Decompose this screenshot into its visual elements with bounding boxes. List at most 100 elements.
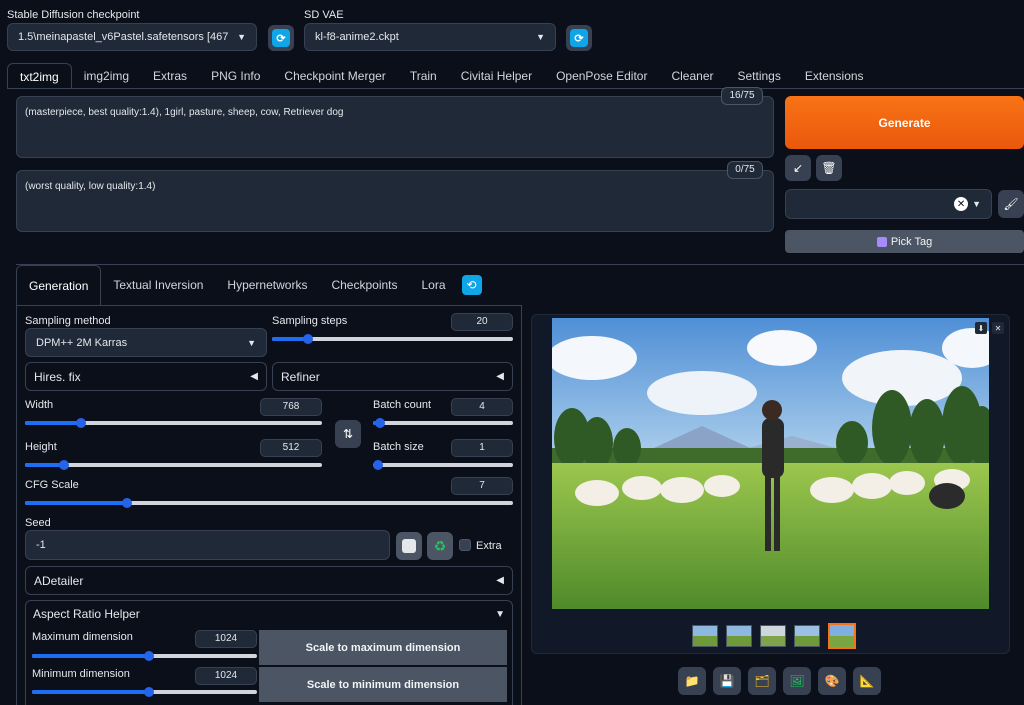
close-icon[interactable]: ✕: [992, 322, 1004, 334]
folder-icon: 📁: [684, 674, 700, 688]
reuse-seed-button[interactable]: ♻: [427, 532, 453, 560]
send-to-inpaint-button[interactable]: 🎨: [818, 667, 846, 695]
min-dimension-input[interactable]: 1024: [195, 667, 257, 685]
sampling-steps-input[interactable]: 20: [451, 313, 513, 331]
positive-prompt-textarea[interactable]: (masterpiece, best quality:1.4), 1girl, …: [16, 96, 774, 158]
thumbnail-5-selected[interactable]: [828, 623, 856, 649]
max-dimension-slider[interactable]: [32, 651, 257, 661]
negative-prompt-textarea[interactable]: (worst quality, low quality:1.4): [16, 170, 774, 232]
tab-civitai-helper[interactable]: Civitai Helper: [449, 63, 544, 89]
tabs-divider: [7, 88, 1024, 89]
checkpoint-refresh-button[interactable]: ⟳: [268, 25, 294, 51]
generate-button[interactable]: Generate: [785, 96, 1024, 149]
sampling-method-dropdown[interactable]: DPM++ 2M Karras ▼: [25, 328, 267, 357]
batch-count-input[interactable]: 4: [451, 398, 513, 416]
tab-train[interactable]: Train: [398, 63, 449, 89]
tab-extras[interactable]: Extras: [141, 63, 199, 89]
width-input[interactable]: 768: [260, 398, 322, 416]
positive-token-counter: 16/75: [721, 87, 763, 105]
chevron-down-icon: ▼: [536, 32, 545, 42]
slider-thumb[interactable]: [144, 651, 154, 661]
thumbnail-2[interactable]: [726, 625, 752, 647]
read-params-button[interactable]: ↙: [785, 155, 811, 181]
refresh-networks-button[interactable]: ⟲: [461, 275, 482, 295]
thumbnail-4[interactable]: [794, 625, 820, 647]
hires-fix-accordion[interactable]: Hires. fix ◀: [25, 362, 267, 391]
chevron-down-icon: ▼: [237, 32, 246, 42]
max-dimension-label: Maximum dimension: [32, 631, 133, 643]
swap-dimensions-button[interactable]: ⇅: [335, 420, 361, 448]
batch-size-input[interactable]: 1: [451, 439, 513, 457]
batch-count-slider[interactable]: [373, 418, 513, 428]
slider-thumb[interactable]: [144, 687, 154, 697]
subtab-checkpoints[interactable]: Checkpoints: [319, 265, 409, 305]
width-slider[interactable]: [25, 418, 322, 428]
adetailer-accordion[interactable]: ADetailer ◀: [25, 566, 513, 595]
tab-png-info[interactable]: PNG Info: [199, 63, 272, 89]
extra-label: Extra: [476, 540, 502, 552]
subtab-hypernetworks[interactable]: Hypernetworks: [215, 265, 319, 305]
sampling-method-label: Sampling method: [25, 315, 111, 327]
swap-icon: ⇅: [342, 427, 354, 441]
vae-value: kl-f8-anime2.ckpt: [315, 31, 399, 43]
negative-prompt-text: (worst quality, low quality:1.4): [25, 181, 156, 192]
styles-dropdown[interactable]: ✕ ▼: [785, 189, 992, 219]
scale-to-min-button[interactable]: Scale to minimum dimension: [259, 667, 507, 702]
max-dimension-input[interactable]: 1024: [195, 630, 257, 648]
thumbnail-strip: [692, 623, 856, 649]
aspect-ratio-helper-header[interactable]: Aspect Ratio Helper ▼: [25, 600, 513, 628]
vae-dropdown[interactable]: kl-f8-anime2.ckpt ▼: [304, 23, 556, 51]
height-slider[interactable]: [25, 460, 322, 470]
negative-token-counter: 0/75: [727, 161, 763, 179]
zip-icon: 🗂: [754, 674, 770, 688]
sampling-steps-slider[interactable]: [272, 334, 513, 344]
refiner-accordion[interactable]: Refiner ◀: [272, 362, 513, 391]
recycle-icon: ♻: [433, 537, 447, 554]
sub-tabs: Generation Textual Inversion Hypernetwor…: [16, 265, 482, 305]
slider-thumb[interactable]: [58, 460, 69, 470]
generated-image[interactable]: [552, 318, 989, 609]
sampling-method-value: DPM++ 2M Karras: [36, 336, 128, 349]
triangle-left-icon: ◀: [496, 575, 504, 586]
slider-thumb[interactable]: [375, 418, 385, 428]
tab-openpose-editor[interactable]: OpenPose Editor: [544, 63, 659, 89]
tab-img2img[interactable]: img2img: [72, 63, 141, 89]
min-dimension-slider[interactable]: [32, 687, 257, 697]
download-icon[interactable]: ⬇: [975, 322, 987, 334]
batch-size-slider[interactable]: [373, 460, 513, 470]
subtab-lora[interactable]: Lora: [410, 265, 458, 305]
extra-checkbox[interactable]: [459, 539, 471, 551]
save-button[interactable]: 💾: [713, 667, 741, 695]
close-icon[interactable]: ✕: [954, 197, 969, 211]
tab-extensions[interactable]: Extensions: [793, 63, 876, 89]
thumbnail-3[interactable]: [760, 625, 786, 647]
thumbnail-1[interactable]: [692, 625, 718, 647]
seed-value: -1: [36, 539, 46, 551]
cfg-scale-slider[interactable]: [25, 498, 513, 508]
clear-prompt-button[interactable]: 🗑: [816, 155, 842, 181]
width-label: Width: [25, 399, 54, 411]
tab-checkpoint-merger[interactable]: Checkpoint Merger: [272, 63, 397, 89]
pick-tag-button[interactable]: Pick Tag: [785, 230, 1024, 253]
tab-settings[interactable]: Settings: [726, 63, 793, 89]
cfg-scale-input[interactable]: 7: [451, 477, 513, 495]
send-to-extras-button[interactable]: 📐: [853, 667, 881, 695]
tab-txt2img[interactable]: txt2img: [7, 63, 72, 89]
trash-icon: 🗑: [821, 161, 837, 175]
send-to-img2img-button[interactable]: 🖼: [783, 667, 811, 695]
height-input[interactable]: 512: [260, 439, 322, 457]
random-seed-button[interactable]: [396, 532, 422, 560]
apply-style-button[interactable]: 🖌: [998, 190, 1024, 218]
slider-thumb[interactable]: [373, 460, 383, 470]
open-folder-button[interactable]: 📁: [678, 667, 706, 695]
vae-refresh-button[interactable]: ⟳: [566, 25, 592, 51]
subtab-textual-inversion[interactable]: Textual Inversion: [101, 265, 215, 305]
seed-input[interactable]: -1: [25, 530, 390, 560]
zip-button[interactable]: 🗂: [748, 667, 776, 695]
sampling-steps-label: Sampling steps: [272, 315, 348, 327]
tab-cleaner[interactable]: Cleaner: [659, 63, 725, 89]
min-dimension-label: Minimum dimension: [32, 668, 130, 680]
subtab-generation[interactable]: Generation: [16, 265, 102, 305]
scale-to-max-button[interactable]: Scale to maximum dimension: [259, 630, 507, 665]
checkpoint-dropdown[interactable]: 1.5\meinapastel_v6Pastel.safetensors [46…: [7, 23, 257, 51]
